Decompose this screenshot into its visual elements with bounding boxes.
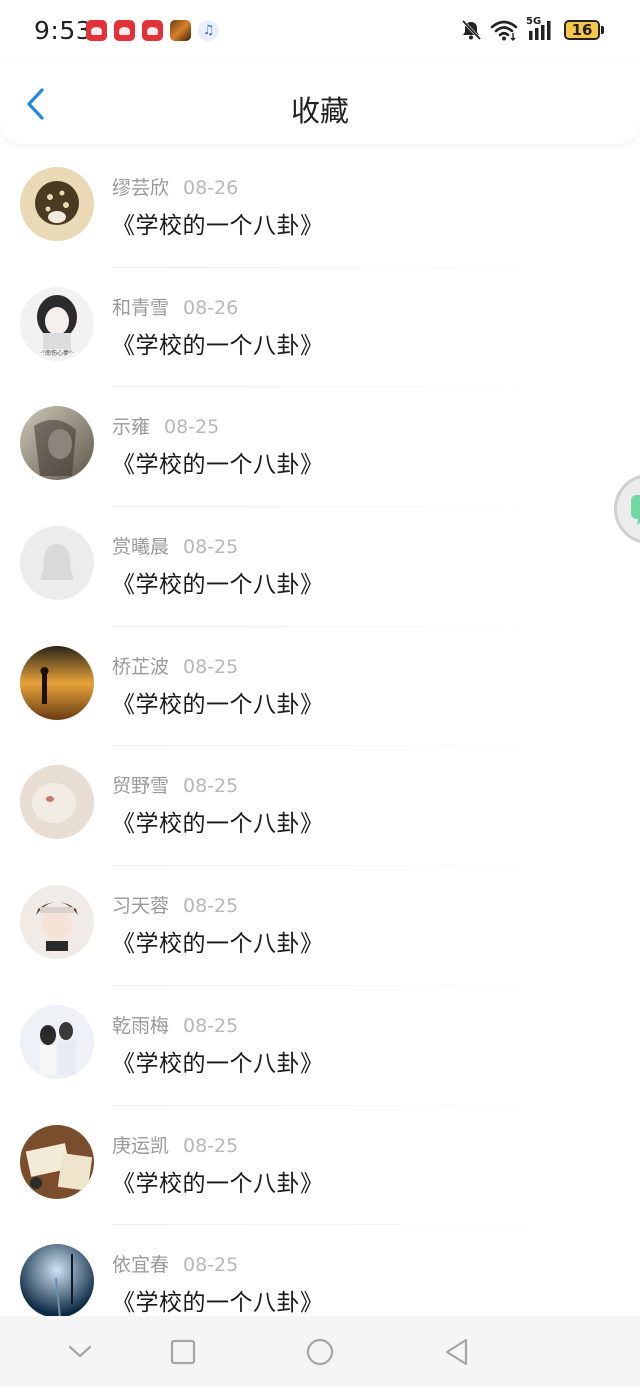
list-item[interactable]: 赏曦晨 08-25 《学校的一个八卦》 (0, 507, 640, 627)
author-name: 庚运凯 (112, 1134, 170, 1157)
chat-bubble-icon (631, 495, 640, 525)
sunset-avatar[interactable] (20, 645, 94, 720)
item-title[interactable]: 《学校的一个八卦》 (112, 206, 324, 240)
item-meta: 习天蓉 08-25 (112, 891, 238, 918)
item-meta: 庚运凯 08-25 (112, 1131, 238, 1158)
battery-indicator: 16 (564, 20, 600, 40)
notification-icons: ♫ (86, 20, 219, 41)
item-meta: 贸野雪 08-25 (112, 771, 238, 798)
nav-back-button[interactable] (438, 1334, 474, 1370)
item-title[interactable]: 《学校的一个八卦》 (112, 445, 324, 479)
girl-photo-avatar[interactable] (20, 406, 94, 481)
huawei-app-icon (86, 20, 107, 41)
nav-recents-button[interactable] (165, 1334, 201, 1370)
cellular-signal: 5G (526, 16, 556, 41)
item-title[interactable]: 《学校的一个八卦》 (112, 924, 324, 958)
item-title[interactable]: 《学校的一个八卦》 (112, 1283, 324, 1317)
item-meta: 桥芷波 08-25 (112, 652, 238, 679)
item-title[interactable]: 《学校的一个八卦》 (112, 804, 324, 838)
default-avatar[interactable] (20, 526, 94, 601)
item-date: 08-25 (183, 1134, 239, 1157)
circle-icon (306, 1338, 334, 1366)
list-item[interactable]: ·°南伤心夢°· 和青雪 08-26 《学校的一个八卦》 (0, 268, 640, 388)
huawei-app-icon (142, 20, 163, 41)
item-date: 08-26 (183, 177, 239, 199)
author-name: 示雍 (112, 416, 151, 439)
cookie-avatar[interactable] (20, 167, 94, 241)
item-title[interactable]: 《学校的一个八卦》 (112, 565, 324, 599)
item-title[interactable]: 《学校的一个八卦》 (112, 326, 324, 360)
couple-avatar[interactable] (20, 1004, 94, 1079)
item-title[interactable]: 《学校的一个八卦》 (112, 1044, 324, 1078)
square-icon (170, 1339, 196, 1365)
blue-road-avatar[interactable] (20, 1244, 94, 1319)
item-date: 08-25 (183, 655, 239, 678)
list-item[interactable]: 贸野雪 08-25 《学校的一个八卦》 (0, 746, 640, 867)
huawei-app-icon (114, 20, 135, 41)
battery-cap (601, 26, 604, 34)
author-name: 习天蓉 (112, 895, 170, 918)
list-item[interactable]: 庚运凯 08-25 《学校的一个八卦》 (0, 1106, 640, 1226)
item-meta: 赏曦晨 08-25 (112, 532, 238, 559)
chevron-down-icon (68, 1345, 92, 1358)
author-name: 乾雨梅 (112, 1014, 170, 1037)
item-title[interactable]: 《学校的一个八卦》 (112, 1164, 324, 1198)
signal-bars-icon (529, 21, 551, 40)
item-date: 08-25 (183, 1014, 239, 1037)
item-date: 08-25 (183, 536, 239, 559)
item-date: 08-25 (183, 895, 239, 918)
game-app-icon (170, 20, 191, 41)
status-bar: 9:53 ♫ 5G 16 (0, 0, 640, 62)
item-meta: 乾雨梅 08-25 (112, 1011, 238, 1038)
item-title[interactable]: 《学校的一个八卦》 (112, 685, 324, 719)
author-name: 桥芷波 (112, 655, 170, 678)
status-time: 9:53 (34, 16, 93, 45)
mute-bell-icon (461, 19, 482, 41)
item-date: 08-25 (183, 775, 239, 798)
pet-avatar[interactable] (20, 765, 94, 840)
author-name: 依宜春 (112, 1254, 170, 1277)
wifi-icon (490, 20, 518, 41)
item-date: 08-26 (183, 296, 239, 319)
avatar-caption: ·°南伤心夢°· (40, 349, 74, 357)
page-header: 收藏 (0, 62, 640, 144)
nav-home-button[interactable] (302, 1334, 338, 1370)
author-name: 赏曦晨 (112, 536, 170, 559)
author-name: 和青雪 (112, 296, 170, 319)
list-item[interactable]: 习天蓉 08-25 《学校的一个八卦》 (0, 866, 640, 986)
girl-sketch-avatar[interactable]: ·°南伤心夢°· (20, 286, 94, 361)
list-item[interactable]: 桥芷波 08-25 《学校的一个八卦》 (0, 627, 640, 747)
system-icons: 5G 16 (460, 16, 604, 41)
favorites-list: 缪芸欣 08-26 《学校的一个八卦》 ·°南伤心夢°· 和青雪 08-26 《学校… (0, 148, 640, 1345)
favorites-screen: 9:53 ♫ 5G 16 收藏 缪芸欣 08-26 《学校的一个八卦》 ·°南伤… (0, 0, 640, 1387)
list-item[interactable]: 缪芸欣 08-26 《学校的一个八卦》 (0, 148, 640, 268)
thank-you-card-avatar[interactable] (20, 1124, 94, 1199)
author-name: 贸野雪 (112, 775, 170, 798)
item-meta: 和青雪 08-26 (112, 293, 238, 320)
triangle-back-icon (445, 1338, 468, 1366)
item-meta: 缪芸欣 08-26 (112, 173, 238, 200)
battery-percentage: 16 (571, 21, 593, 39)
item-date: 08-25 (164, 416, 220, 439)
music-app-icon: ♫ (198, 20, 219, 41)
page-title: 收藏 (290, 94, 349, 128)
item-meta: 示雍 08-25 (112, 412, 219, 439)
list-item[interactable]: 示雍 08-25 《学校的一个八卦》 (0, 387, 640, 508)
list-item[interactable]: 乾雨梅 08-25 《学校的一个八卦》 (0, 986, 640, 1106)
author-name: 缪芸欣 (112, 177, 170, 199)
item-date: 08-25 (183, 1254, 239, 1277)
anime-boy-avatar[interactable] (20, 885, 94, 960)
system-nav-bar (0, 1316, 640, 1387)
item-meta: 依宜春 08-25 (112, 1250, 238, 1277)
nav-hide-button[interactable] (62, 1334, 98, 1370)
